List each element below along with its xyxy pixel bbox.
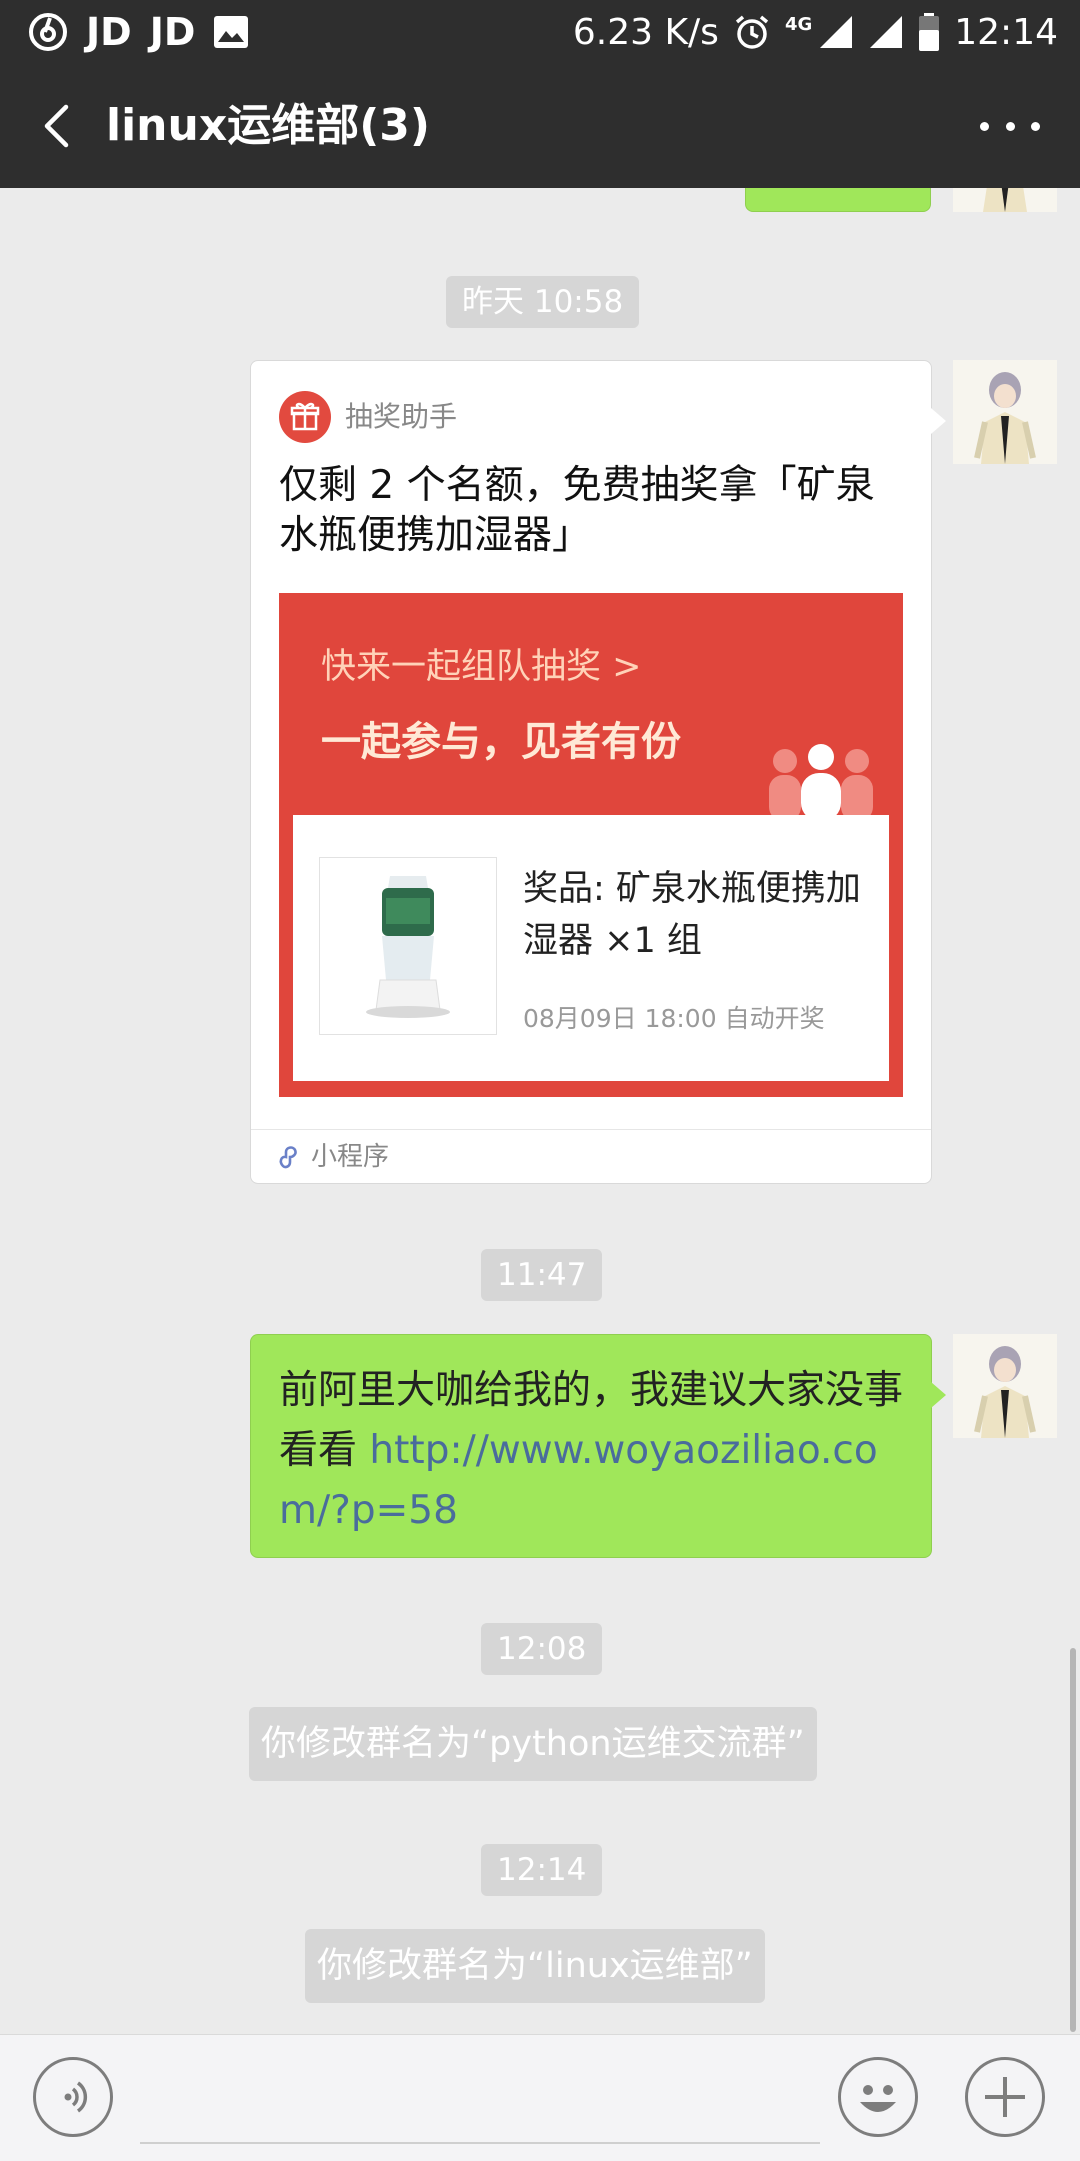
plus-icon xyxy=(985,2077,1025,2117)
timestamp: 12:08 xyxy=(481,1623,603,1675)
plus-button[interactable] xyxy=(965,2057,1045,2137)
system-notice: 你修改群名为“python运维交流群” xyxy=(249,1707,817,1781)
chat-header: linux运维部(3) xyxy=(0,64,1080,188)
previous-message-bubble[interactable] xyxy=(745,188,931,212)
network-type: 4G xyxy=(784,14,813,35)
alarm-icon xyxy=(735,15,769,49)
timestamp: 12:14 xyxy=(481,1844,603,1896)
more-icon[interactable] xyxy=(980,114,1040,138)
banner-headline: 一起参与，见者有份 xyxy=(321,719,681,765)
prize-panel: 奖品: 矿泉水瓶便携加湿器 ×1 组 08月09日 18:00 自动开奖 xyxy=(293,815,889,1081)
jd-app-label: JD xyxy=(86,10,132,54)
voice-icon xyxy=(64,2081,88,2113)
bubble-tail xyxy=(931,1382,946,1408)
emoji-button[interactable] xyxy=(838,2057,918,2137)
network-speed: 6.23 K/s xyxy=(572,11,719,53)
message-link[interactable]: http://www.woyaoziliao.com/?p=58 xyxy=(279,1428,878,1533)
voice-button[interactable] xyxy=(33,2057,113,2137)
timestamp: 11:47 xyxy=(481,1249,603,1301)
avatar[interactable] xyxy=(953,360,1057,464)
banner-subtitle: 快来一起组队抽奖 > xyxy=(321,647,642,687)
status-bar: JD JD 6.23 K/s 4G 12:14 xyxy=(0,0,1080,64)
clock: 12:14 xyxy=(954,11,1058,53)
scrollbar[interactable] xyxy=(1070,1648,1076,2032)
signal-icon xyxy=(870,16,903,48)
mini-program-icon xyxy=(279,1146,297,1169)
jd-app-label: JD xyxy=(149,10,196,54)
bubble-tail xyxy=(931,408,946,434)
prize-image xyxy=(319,857,497,1035)
message-text: 前阿里大咖给我的，我建议大家没事看看 http://www.woyaozilia… xyxy=(279,1361,905,1541)
image-icon xyxy=(214,16,249,48)
message-input[interactable] xyxy=(140,2142,820,2144)
lottery-banner: 快来一起组队抽奖 > 一起参与，见者有份 奖品: 矿泉水瓶便携加湿器 ×1 组 … xyxy=(279,593,903,1097)
avatar[interactable] xyxy=(953,1334,1057,1438)
mini-program-card[interactable]: 抽奖助手 仅剩 2 个名额，免费抽奖拿「矿泉水瓶便携加湿器」 快来一起组队抽奖 … xyxy=(250,360,932,1184)
netease-music-icon xyxy=(29,13,67,51)
prize-name: 奖品: 矿泉水瓶便携加湿器 ×1 组 xyxy=(523,869,861,961)
battery-icon xyxy=(919,13,940,51)
card-title: 仅剩 2 个名额，免费抽奖拿「矿泉水瓶便携加湿器」 xyxy=(279,463,875,558)
people-icon xyxy=(769,744,873,821)
message-bubble[interactable]: 前阿里大咖给我的，我建议大家没事看看 http://www.woyaozilia… xyxy=(250,1334,932,1558)
emoji-icon xyxy=(860,2085,896,2112)
draw-time: 08月09日 18:00 自动开奖 xyxy=(523,1004,825,1033)
input-bar xyxy=(0,2034,1080,2161)
mini-program-name: 抽奖助手 xyxy=(345,400,458,433)
avatar[interactable] xyxy=(953,188,1057,212)
chat-area[interactable]: 昨天 10:58 抽奖助手 仅剩 2 个名额，免费抽奖拿「矿泉水瓶便携加湿器」 … xyxy=(0,188,1080,2034)
mini-program-label: 小程序 xyxy=(311,1142,390,1172)
back-icon[interactable] xyxy=(34,101,84,151)
chat-title: linux运维部(3) xyxy=(106,100,431,151)
card-footer: 小程序 xyxy=(251,1129,931,1183)
timestamp: 昨天 10:58 xyxy=(446,276,640,328)
system-notice: 你修改群名为“linux运维部” xyxy=(305,1929,765,2003)
gift-icon xyxy=(279,391,331,443)
signal-icon xyxy=(820,16,853,48)
